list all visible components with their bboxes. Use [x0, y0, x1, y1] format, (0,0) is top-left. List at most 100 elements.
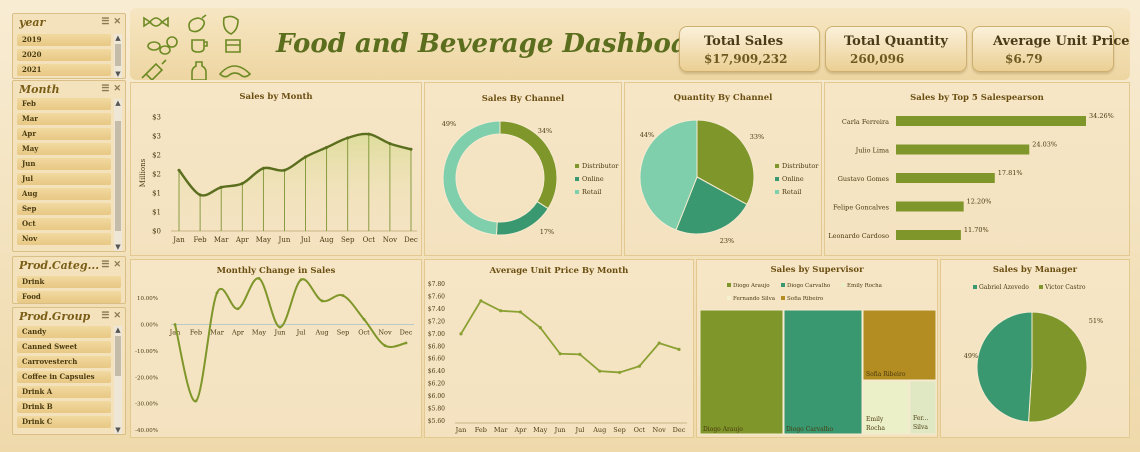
slicer-item[interactable]: May — [17, 143, 111, 155]
x-tick-label: Apr — [231, 329, 245, 337]
x-tick-label: Sep — [337, 329, 349, 337]
slicer-item[interactable]: 2019 — [17, 34, 111, 46]
x-tick-label: Nov — [383, 236, 397, 244]
clear-filter-icon[interactable]: ✕ — [113, 17, 121, 27]
total-sales-label: Total Sales — [704, 34, 784, 49]
x-tick-label: Dec — [404, 236, 418, 244]
x-tick-label: May — [533, 426, 548, 434]
x-tick-label: Sep — [341, 236, 355, 244]
x-tick-label: Jan — [455, 426, 467, 434]
avg-unit-price-chart: $7.80 $7.60 $7.40 $7.20 $7.00 $6.80 $6.60 $6.40… — [428, 281, 687, 434]
data-point — [499, 309, 503, 313]
slicer-item[interactable]: Jul — [17, 173, 111, 185]
slicer-scrollbar[interactable]: ▲ ▼ — [114, 99, 122, 251]
slicer-item[interactable]: Oct — [17, 218, 111, 230]
data-point — [362, 317, 366, 321]
y-tick-label: -40.00% — [135, 428, 158, 434]
slicer-item[interactable]: Mar — [17, 113, 111, 125]
slicer-item[interactable]: Apr — [17, 128, 111, 140]
year-slicer-label: year — [19, 15, 46, 29]
scroll-down-icon[interactable]: ▼ — [114, 243, 122, 251]
data-point — [341, 294, 345, 297]
slicer-item[interactable]: Jun — [17, 158, 111, 170]
x-tick-label: Dec — [673, 426, 686, 434]
data-point — [346, 136, 350, 140]
legend-swatch — [973, 285, 977, 289]
slicer-scrollbar[interactable]: ▲ ▼ — [114, 34, 122, 78]
treemap-label: Emily — [866, 416, 884, 423]
y-tick-label: $6.20 — [428, 381, 445, 388]
slicer-item[interactable]: Drink A — [17, 386, 111, 398]
y-tick-label: -30.00% — [135, 402, 158, 408]
data-point — [198, 193, 202, 197]
slicer-item[interactable]: Drink B — [17, 401, 111, 413]
multi-select-icon[interactable]: ☰ — [101, 311, 109, 321]
bar-category-label: Felipe Goncalves — [833, 204, 889, 212]
scroll-down-icon[interactable]: ▼ — [114, 70, 122, 78]
slicer-item[interactable]: Carrovesterch — [17, 356, 111, 368]
data-point — [409, 147, 413, 151]
sales-by-month-panel: Sales by Month $0 $1 $1 $2 $2 $3 $3 Millions Jan… — [130, 82, 422, 256]
x-tick-label: Aug — [592, 426, 606, 434]
change-line — [174, 277, 407, 403]
clear-filter-icon[interactable]: ✕ — [113, 260, 121, 270]
legend-label: Online — [782, 175, 804, 183]
slicer-item[interactable]: Nov — [17, 233, 111, 245]
legend-swatch — [727, 283, 731, 287]
strawberry-icon — [222, 15, 239, 35]
treemap-label: Silva — [913, 424, 928, 431]
top-salesperson-panel: Sales by Top 5 Salespearson Carla Ferrei… — [824, 82, 1130, 256]
scroll-up-icon[interactable]: ▲ — [114, 34, 122, 42]
x-tick-label: Oct — [358, 329, 370, 337]
y-tick-label: $3 — [152, 114, 161, 122]
slicer-item[interactable]: Canned Sweet — [17, 341, 111, 353]
multi-select-icon[interactable]: ☰ — [101, 17, 109, 27]
slicer-item[interactable]: Feb — [17, 98, 111, 110]
clear-filter-icon[interactable]: ✕ — [113, 84, 121, 94]
x-tick-label: Feb — [194, 236, 208, 244]
legend-swatch — [781, 283, 785, 287]
data-label: 49% — [964, 352, 978, 360]
slicer-item[interactable]: Drink — [17, 276, 121, 288]
clear-filter-icon[interactable]: ✕ — [113, 311, 121, 321]
y-tick-label: $1 — [152, 190, 161, 198]
slicer-item[interactable]: 2020 — [17, 49, 111, 61]
year-slicer-items: 2019 2020 2021 — [17, 34, 111, 79]
data-label: 23% — [720, 237, 734, 245]
scroll-up-icon[interactable]: ▲ — [114, 99, 122, 107]
slicer-scrollbar[interactable]: ▲ ▼ — [114, 326, 122, 434]
x-tick-label: Jun — [274, 329, 286, 337]
slicer-item[interactable]: Candy — [17, 326, 111, 338]
multi-select-icon[interactable]: ☰ — [101, 260, 109, 270]
cake-icon — [225, 39, 241, 53]
slicer-item[interactable]: Food — [17, 291, 121, 303]
x-tick-label: Apr — [235, 236, 250, 244]
data-point — [215, 291, 219, 295]
scroll-up-icon[interactable]: ▲ — [114, 326, 122, 334]
treemap-cell — [699, 309, 784, 435]
treemap-label: Fer... — [913, 415, 928, 422]
dashboard-title: Food and Beverage Dashboard — [276, 29, 720, 59]
x-tick-label: Jun — [554, 426, 566, 434]
x-tick-label: Feb — [475, 426, 487, 434]
treemap-label: Diogo Carvalho — [786, 426, 833, 433]
data-point — [299, 278, 303, 282]
y-tick-label: 10.00% — [137, 296, 158, 302]
legend-label: Retail — [582, 188, 601, 196]
x-tick-label: Nov — [378, 329, 392, 337]
total-quantity-label: Total Quantity — [844, 34, 948, 49]
slicer-item[interactable]: Drink C — [17, 416, 111, 428]
slicer-item[interactable]: 2021 — [17, 64, 111, 76]
data-point — [219, 185, 223, 189]
total-quantity-card: Total Quantity 260,096 — [825, 26, 967, 72]
total-sales-card: Total Sales $17,909,232 — [679, 26, 820, 72]
scroll-down-icon[interactable]: ▼ — [114, 426, 122, 434]
slicer-item[interactable]: Sep — [17, 203, 111, 215]
data-point — [479, 299, 483, 303]
slicer-item[interactable]: Aug — [17, 188, 111, 200]
quantity-by-channel-panel: Quantity By Channel 33% 23% 44% Distributor… — [624, 82, 822, 256]
slicer-item[interactable]: Coffee in Capsules — [17, 371, 111, 383]
multi-select-icon[interactable]: ☰ — [101, 84, 109, 94]
avg-unit-price-label: Average Unit Price — [993, 34, 1130, 49]
y-tick-label: $5.80 — [428, 406, 445, 413]
